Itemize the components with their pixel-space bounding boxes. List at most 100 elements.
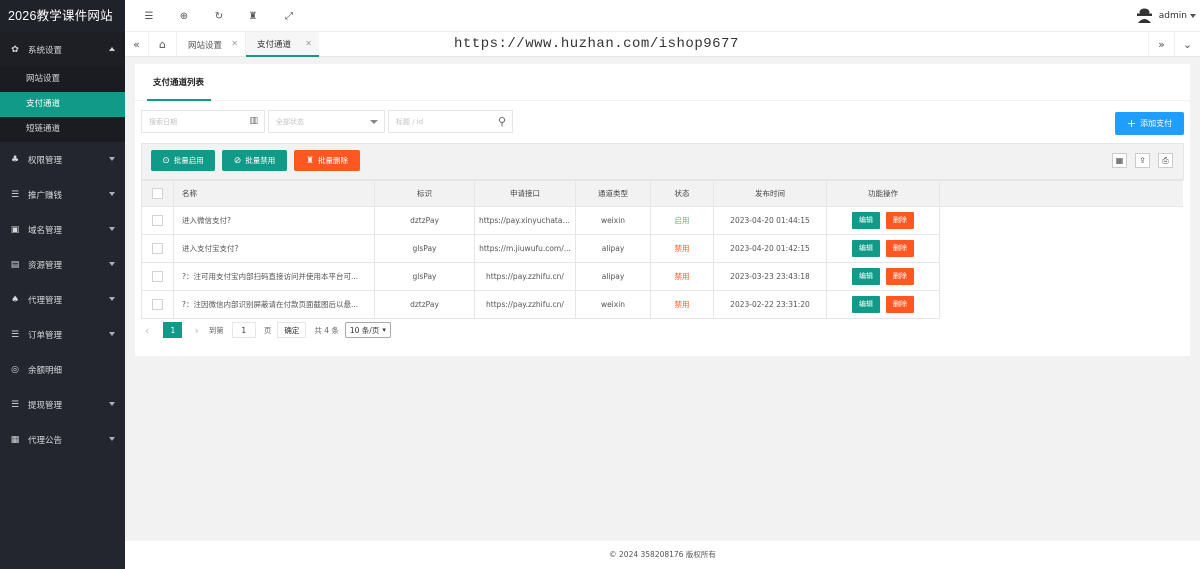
sidebar-menu-resources[interactable]: ▤ 资源管理 [0, 247, 125, 282]
sidebar-menu-system-settings[interactable]: ✿ 系统设置 [0, 32, 125, 67]
sidebar-menu-label: 提现管理 [28, 400, 63, 411]
cell-time: 2023-04-20 01:42:15 [713, 234, 827, 263]
batch-delete-label: 批量删除 [318, 156, 349, 165]
keyword-search-input[interactable]: 标题 / id ⚲ [388, 110, 513, 133]
sidebar-menu-label: 代理公告 [28, 435, 63, 446]
chevron-down-icon [109, 297, 115, 301]
chevron-down-icon [109, 192, 115, 196]
cell-spacer [940, 235, 1183, 263]
delete-button[interactable]: 删除 [886, 240, 914, 257]
sidebar-item-payment-channel[interactable]: 支付通道 [0, 92, 125, 117]
cell-time: 2023-02-22 23:31:20 [713, 290, 827, 319]
checkbox[interactable] [152, 299, 163, 310]
sidebar-menu-agents[interactable]: ♠ 代理管理 [0, 282, 125, 317]
batch-enable-label: 批量启用 [173, 156, 204, 165]
tab-site-settings[interactable]: 网站设置 ✕ [177, 32, 246, 57]
cell-actions: 编辑 删除 [826, 262, 940, 291]
goto-confirm-button[interactable]: 确定 [277, 322, 307, 338]
cell-actions: 编辑 删除 [826, 290, 940, 319]
close-icon[interactable]: ✕ [305, 39, 312, 48]
delete-button[interactable]: 删除 [886, 268, 914, 285]
goto-page-input[interactable]: 1 [231, 322, 256, 338]
checkbox[interactable] [152, 271, 163, 282]
cell-code: glsPay [374, 262, 475, 291]
page-current[interactable]: 1 [163, 322, 183, 338]
sidebar-menu-promotion[interactable]: ☰ 推广赚钱 [0, 177, 125, 212]
row-select[interactable] [141, 234, 174, 263]
sidebar-menu-domains[interactable]: ▣ 域名管理 [0, 212, 125, 247]
cell-code: glsPay [374, 234, 475, 263]
sidebar-menu-balance[interactable]: ◎ 余额明细 [0, 352, 125, 387]
edit-button[interactable]: 编辑 [852, 268, 880, 285]
main-panel: 支付通道列表 搜索日期 ▥ 全部状态 标题 / id ⚲ + 添加支付 ⊙ 批量… [135, 64, 1190, 356]
export-icon[interactable]: ⇪ [1135, 153, 1150, 168]
chevron-down-icon[interactable]: ⌄ [1174, 32, 1200, 57]
tabs-scroll-left-icon[interactable]: « [125, 32, 149, 57]
page-size-select[interactable]: 10 条/页 ▾ [344, 322, 391, 338]
sidebar-item-shortlink-channel[interactable]: 短链通道 [0, 117, 125, 142]
footer: © 2024 358208176 版权所有 [125, 541, 1200, 569]
chevron-down-icon [109, 227, 115, 231]
next-page-icon[interactable]: › [194, 324, 198, 337]
delete-button[interactable]: 删除 [886, 296, 914, 313]
table-row[interactable]: 进入微信支付? dztzPay https://pay.xinyuchatai...… [141, 206, 1183, 235]
panel-title[interactable]: 支付通道列表 [153, 76, 204, 88]
columns-icon[interactable]: ▦ [1112, 153, 1127, 168]
print-icon[interactable]: ⎙ [1158, 153, 1173, 168]
user-menu[interactable]: admin [1136, 8, 1196, 23]
table-row[interactable]: 进入支付宝支付? glsPay https://m.jiuwufu.com/... a… [141, 234, 1183, 263]
row-select[interactable] [141, 262, 174, 291]
plus-icon: + [1126, 117, 1137, 130]
search-icon[interactable]: ⚲ [498, 115, 506, 128]
table-row[interactable]: ?：注因微信内部识别屏蔽请在付款页面截图后以悬... dztzPay https:/… [141, 290, 1183, 319]
payment-channel-table: 名称 标识 申请接口 通道类型 状态 发布时间 功能操作 进入微信支付? dztz… [141, 180, 1183, 319]
sidebar-menu-orders[interactable]: ☰ 订单管理 [0, 317, 125, 352]
checkbox[interactable] [152, 243, 163, 254]
trash-icon: ♜ [305, 155, 315, 166]
add-payment-button[interactable]: + 添加支付 [1115, 112, 1184, 135]
divider [135, 100, 1190, 101]
sidebar-menu-label: 权限管理 [28, 155, 63, 166]
delete-button[interactable]: 删除 [886, 212, 914, 229]
home-icon[interactable]: ⌂ [149, 32, 177, 57]
tab-label: 网站设置 [188, 40, 223, 51]
watermark: https://www.huzhan.com/ishop9677 [454, 36, 739, 52]
row-select[interactable] [141, 206, 174, 235]
globe-icon[interactable]: ⊕ [177, 9, 191, 23]
batch-disable-button[interactable]: ⊘ 批量禁用 [222, 150, 287, 171]
sidebar-submenu: 网站设置 支付通道 短链通道 [0, 67, 125, 142]
checkbox[interactable] [152, 188, 163, 199]
checkbox[interactable] [152, 215, 163, 226]
grid-icon: ▦ [10, 434, 20, 445]
sidebar-item-site-settings[interactable]: 网站设置 [0, 67, 125, 92]
sidebar-menu-announcements[interactable]: ▦ 代理公告 [0, 422, 125, 457]
cell-name: 进入支付宝支付? [173, 234, 375, 263]
column-header-actions: 功能操作 [826, 180, 940, 207]
app-logo-title[interactable]: 2026教学课件网站 [0, 0, 125, 32]
status-select[interactable]: 全部状态 [268, 110, 385, 133]
edit-button[interactable]: 编辑 [852, 240, 880, 257]
batch-enable-button[interactable]: ⊙ 批量启用 [151, 150, 215, 171]
refresh-icon[interactable]: ↻ [212, 9, 226, 23]
cell-name: ?：注因微信内部识别屏蔽请在付款页面截图后以悬... [173, 290, 375, 319]
sidebar-menu-permissions[interactable]: ♣ 权限管理 [0, 142, 125, 177]
tabs-scroll-right-icon[interactable]: » [1148, 32, 1174, 57]
fullscreen-icon[interactable]: ⤢ [282, 9, 296, 23]
date-search-input[interactable]: 搜索日期 ▥ [141, 110, 265, 133]
row-select[interactable] [141, 290, 174, 319]
chevron-down-icon: ▾ [382, 326, 386, 334]
close-icon[interactable]: ✕ [231, 39, 238, 48]
prev-page-icon[interactable]: ‹ [145, 324, 149, 337]
table-row[interactable]: ?：注可用支付宝内部扫码直接访问并使用本平台可... glsPay https://… [141, 262, 1183, 291]
sidebar-menu-withdrawals[interactable]: ☰ 提现管理 [0, 387, 125, 422]
tab-payment-channel[interactable]: 支付通道 ✕ [246, 32, 319, 57]
ban-icon: ⊘ [233, 155, 242, 166]
edit-button[interactable]: 编辑 [852, 296, 880, 313]
list-icon: ☰ [10, 399, 20, 410]
trash-icon[interactable]: ♜ [246, 9, 260, 23]
edit-button[interactable]: 编辑 [852, 212, 880, 229]
select-all-checkbox[interactable] [141, 180, 174, 207]
batch-delete-button[interactable]: ♜ 批量删除 [294, 150, 360, 171]
cell-api: https://pay.zzhifu.cn/ [474, 262, 576, 291]
menu-toggle-icon[interactable]: ☰ [142, 9, 156, 23]
